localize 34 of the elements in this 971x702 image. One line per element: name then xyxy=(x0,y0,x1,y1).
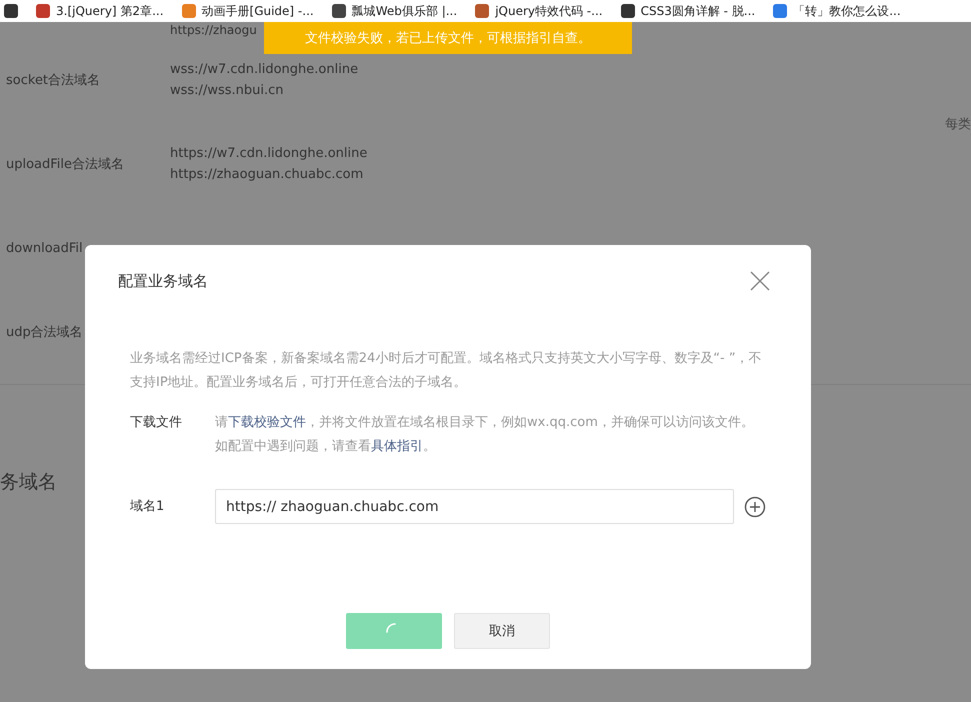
domain-value: https://zhaoguan.chuabc.com xyxy=(170,167,364,182)
add-icon[interactable] xyxy=(744,496,766,518)
field-label: 域名1 xyxy=(130,498,166,516)
cancel-button[interactable]: 取消 xyxy=(454,613,550,649)
field-label: downloadFil xyxy=(5,240,84,256)
bookmark-link[interactable]: 动画手册[Guide] -... xyxy=(202,2,314,20)
text-link[interactable]: 具体指引 xyxy=(371,439,423,454)
bookmark-link[interactable]: CSS3圆角详解 - 脱... xyxy=(640,2,756,20)
domain-value: wss://w7.cdn.lidonghe.online xyxy=(170,62,358,77)
description-text: 业务域名需经过ICP备案，新备案域名需24小时后才可配置。域名格式只支持英文大小写字母、数字及“- ”，不支持IP地址。配置业务域名后，可打开任意合法的子域名。 xyxy=(130,350,763,392)
section-title: 务域名 xyxy=(0,470,57,495)
instruction-text: 请下载校验文件，并将文件放置在域名根目录下，例如wx.qq.com，并确保可以访问该文件。如配置中遇到问题，请查看具体指引。 xyxy=(215,414,755,456)
domain-input[interactable]: https:// zhaoguan.chuabc.com xyxy=(215,489,734,524)
dialog-title: 配置业务域名 xyxy=(118,272,208,290)
domain-value: https://zhaogu xyxy=(170,22,257,38)
bookmark-link[interactable]: 「转」教你怎么设... xyxy=(793,2,901,20)
field-label: socket合法域名 xyxy=(5,72,102,89)
bookmark-icon[interactable] xyxy=(36,4,50,18)
bookmark-icon[interactable] xyxy=(4,4,18,18)
bookmark-icon[interactable] xyxy=(620,4,635,18)
field-label: udp合法域名 xyxy=(5,324,84,341)
bookmark-link[interactable]: jQuery特效代码 -... xyxy=(495,2,603,20)
domain-value: https://w7.cdn.lidonghe.online xyxy=(170,146,368,161)
spinner-icon xyxy=(386,623,396,633)
close-icon[interactable] xyxy=(750,271,770,291)
domain-value: wss://wss.nbui.cn xyxy=(170,83,284,98)
field-label: 下载文件 xyxy=(130,414,183,432)
bookmark-link[interactable]: 瓢城Web俱乐部 |... xyxy=(352,2,458,20)
bookmark-link[interactable]: 3.[jQuery] 第2章... xyxy=(56,2,164,20)
error-toast: 文件校验失败，若已上传文件，可根据指引自查。 xyxy=(264,22,632,54)
text-link[interactable]: 下载校验文件 xyxy=(228,415,306,430)
bookmark-icon[interactable] xyxy=(332,4,346,18)
side-note: 每类 xyxy=(945,116,971,133)
field-label: uploadFile合法域名 xyxy=(5,156,126,173)
